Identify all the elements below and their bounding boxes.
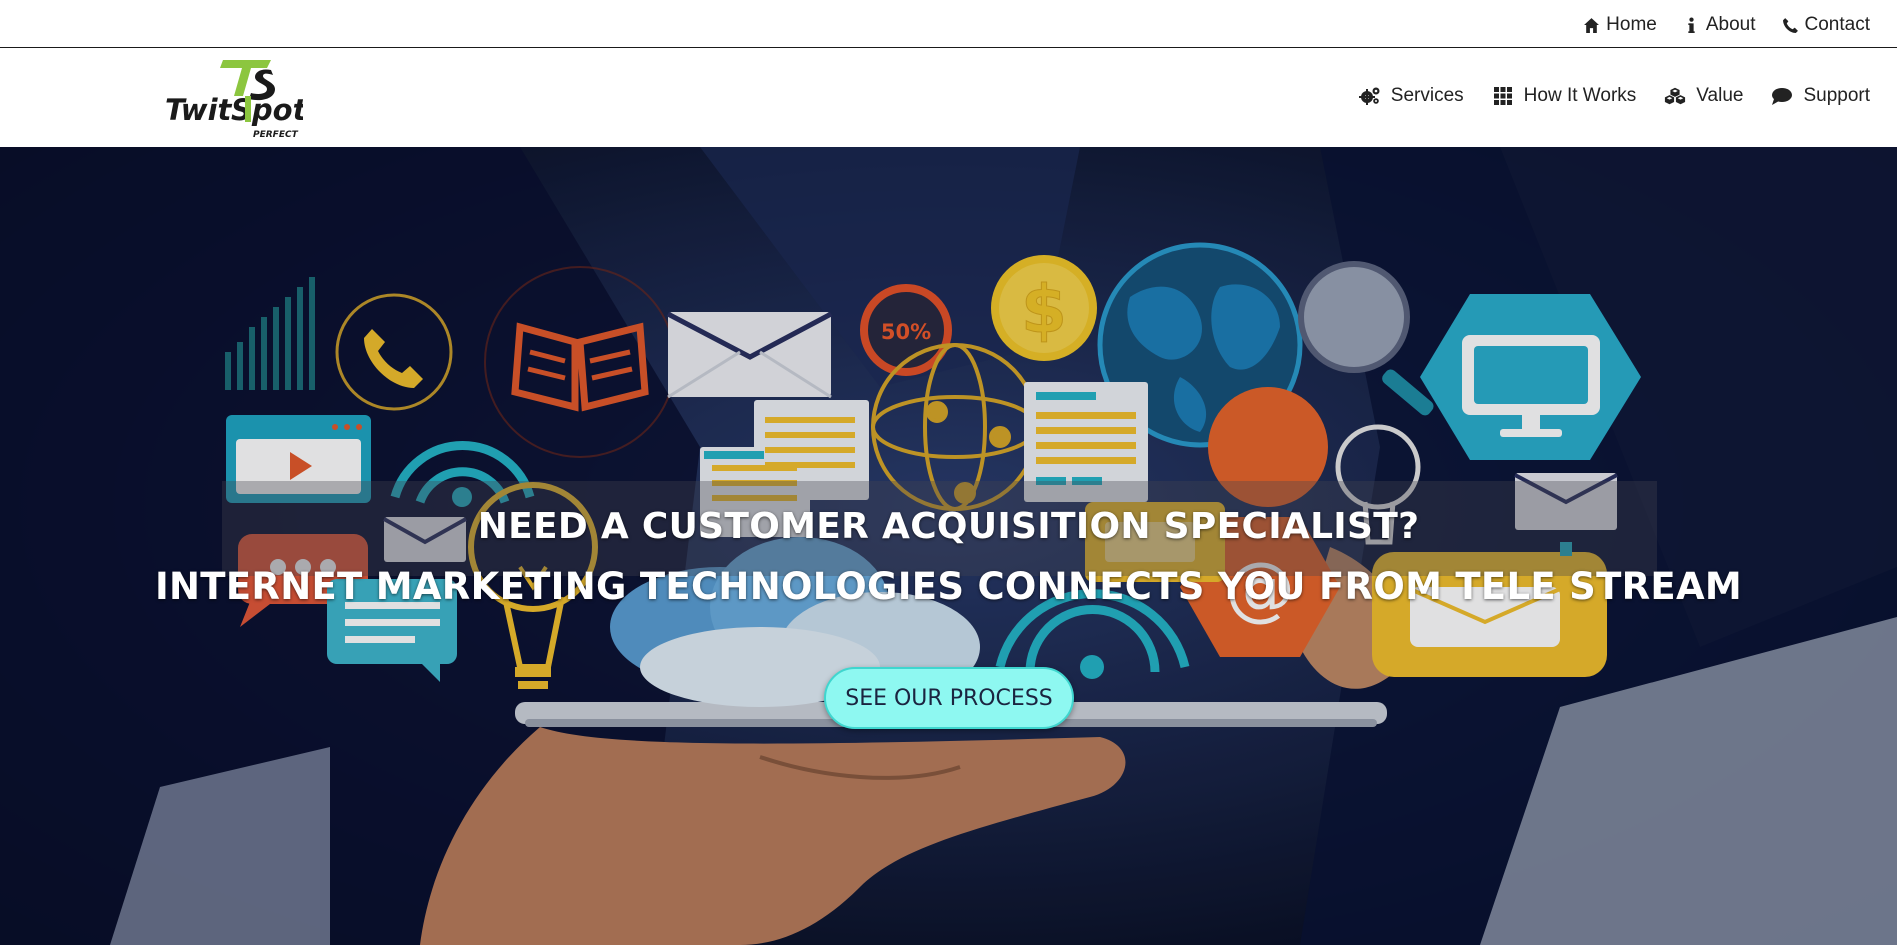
top-nav-about-label: About — [1705, 14, 1756, 35]
top-nav-home-label: Home — [1606, 14, 1657, 35]
logo-graphic: Twit Spot PERFECT — [165, 60, 308, 140]
hero-heading-line2: INTERNET MARKETING TECHNOLOGIES CONNECTS… — [154, 565, 1743, 608]
svg-text:Spot: Spot — [231, 93, 303, 127]
cubes-icon — [1665, 87, 1686, 105]
nav-how-it-works-label: How It Works — [1523, 85, 1637, 106]
see-our-process-button[interactable]: SEE OUR PROCESS — [824, 667, 1074, 729]
nav-support-link[interactable]: Support — [1771, 85, 1870, 107]
top-nav-about-link[interactable]: About — [1683, 14, 1756, 36]
svg-text:Twit: Twit — [165, 93, 233, 127]
nav-services-link[interactable]: Services — [1358, 85, 1464, 107]
home-icon — [1584, 17, 1600, 33]
top-nav: Home About Contact — [1583, 14, 1870, 36]
hero-heading-line1: NEED A CUSTOMER ACQUISITION SPECIALIST? — [477, 506, 1420, 547]
nav-value-link[interactable]: Value — [1664, 85, 1743, 107]
main-nav: Services How It Works Value Support — [1358, 85, 1870, 107]
chat-bubble-icon — [1772, 88, 1793, 105]
svg-text:PERFECT: PERFECT — [253, 130, 299, 140]
main-navbar: Twit Spot PERFECT Services How It Works — [0, 48, 1897, 147]
top-nav-contact-link[interactable]: Contact — [1782, 14, 1870, 36]
hero-banner: 50% $ — [0, 147, 1897, 945]
nav-value-label: Value — [1696, 85, 1744, 106]
top-nav-home-link[interactable]: Home — [1583, 14, 1657, 36]
brand-logo[interactable]: Twit Spot PERFECT — [163, 58, 308, 142]
nav-services-label: Services — [1390, 85, 1464, 106]
gears-icon — [1358, 87, 1380, 105]
grid-icon — [1493, 87, 1512, 105]
phone-icon — [1782, 17, 1798, 33]
nav-support-label: Support — [1803, 85, 1870, 106]
top-utility-bar: Home About Contact — [0, 0, 1897, 48]
nav-how-it-works-link[interactable]: How It Works — [1492, 85, 1637, 107]
info-icon — [1688, 17, 1695, 33]
top-nav-contact-label: Contact — [1804, 14, 1870, 35]
